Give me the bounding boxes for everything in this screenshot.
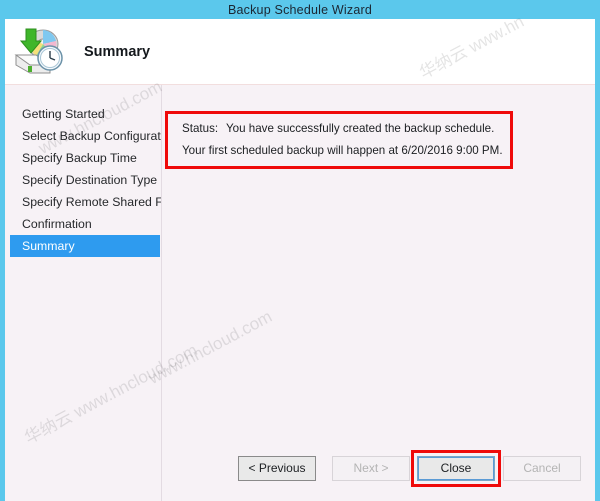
sidebar-item-select-backup-configuration[interactable]: Select Backup Configurat...: [5, 125, 161, 147]
status-row: Status: You have successfully created the…: [182, 122, 510, 135]
sidebar-item-getting-started[interactable]: Getting Started: [5, 103, 161, 125]
previous-button[interactable]: < Previous: [238, 456, 316, 481]
sidebar-item-confirmation[interactable]: Confirmation: [5, 213, 161, 235]
wizard-footer: < Previous Next > Close Cancel: [5, 435, 595, 501]
close-button[interactable]: Close: [417, 456, 495, 481]
next-button: Next >: [332, 456, 410, 481]
sidebar-item-summary[interactable]: Summary: [10, 235, 160, 257]
status-message: You have successfully created the backup…: [226, 122, 495, 135]
page-title: Summary: [84, 44, 151, 60]
status-label: Status:: [182, 122, 219, 135]
sidebar-item-specify-destination-type[interactable]: Specify Destination Type: [5, 169, 161, 191]
window-title: Backup Schedule Wizard: [227, 2, 373, 17]
sidebar-item-specify-backup-time[interactable]: Specify Backup Time: [5, 147, 161, 169]
backup-schedule-wizard-window: Backup Schedule Wizard Summary Getting S…: [0, 0, 600, 501]
backup-schedule-disk-clock-icon: [10, 27, 68, 79]
status-annotation-box: Status: You have successfully created the…: [165, 111, 513, 169]
cancel-button: Cancel: [503, 456, 581, 481]
window-body: Summary Getting Started Select Backup Co…: [5, 19, 595, 501]
schedule-message: Your first scheduled backup will happen …: [182, 144, 503, 157]
sidebar-item-specify-remote-shared-folder[interactable]: Specify Remote Shared F...: [5, 191, 161, 213]
window-title-bar: Backup Schedule Wizard: [0, 0, 600, 19]
wizard-header: Summary: [5, 19, 595, 85]
